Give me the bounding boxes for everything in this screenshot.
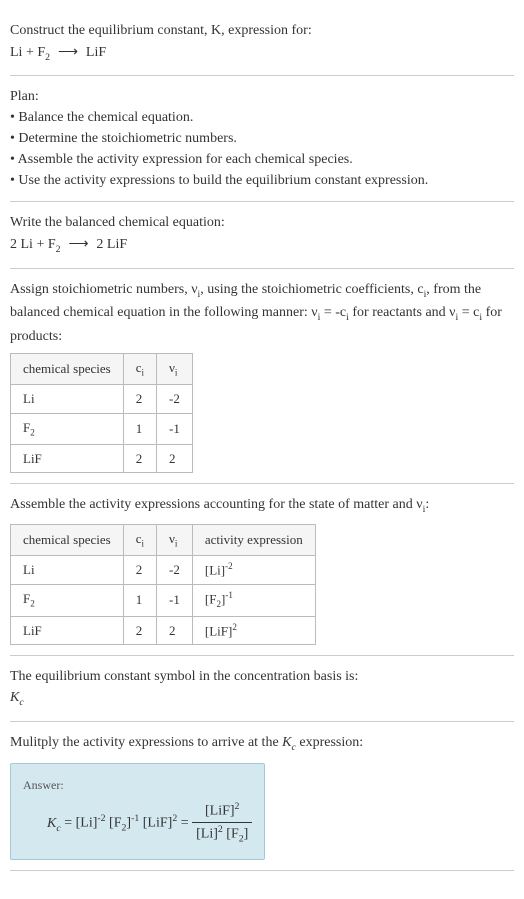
col-v: νi [157, 524, 193, 555]
stoich-section: Assign stoichiometric numbers, νi, using… [10, 269, 514, 484]
symbol-text: The equilibrium constant symbol in the c… [10, 666, 514, 687]
plan-item-2: • Determine the stoichiometric numbers. [10, 128, 514, 149]
col-c: ci [123, 524, 156, 555]
balanced-equation: 2 Li + F2 ⟶ 2 LiF [10, 233, 514, 257]
table-row: F2 1 -1 [F2]-1 [11, 584, 316, 616]
activity-text: Assemble the activity expressions accoun… [10, 494, 514, 517]
balanced-section: Write the balanced chemical equation: 2 … [10, 202, 514, 268]
col-c: ci [123, 353, 156, 384]
arrow-icon: ⟶ [65, 235, 93, 251]
table-row: Li 2 -2 [11, 385, 193, 414]
table-header-row: chemical species ci νi activity expressi… [11, 524, 316, 555]
reactant-li: Li [10, 45, 22, 60]
plan-item-4: • Use the activity expressions to build … [10, 170, 514, 191]
intro-section: Construct the equilibrium constant, K, e… [10, 10, 514, 76]
product-lif: LiF [86, 45, 106, 60]
col-species: chemical species [11, 524, 124, 555]
table-header-row: chemical species ci νi [11, 353, 193, 384]
answer-box: Answer: Kc = [Li]-2 [F2]-1 [LiF]2 = [LiF… [10, 763, 265, 860]
balanced-text: Write the balanced chemical equation: [10, 212, 514, 233]
multiply-section: Mulitply the activity expressions to arr… [10, 722, 514, 871]
kc-expression: Kc = [Li]-2 [F2]-1 [LiF]2 = [LiF]2[Li]2 … [47, 800, 252, 847]
stoich-table: chemical species ci νi Li 2 -2 F2 1 -1 L… [10, 353, 193, 473]
stoich-text: Assign stoichiometric numbers, νi, using… [10, 279, 514, 347]
plan-item-3: • Assemble the activity expression for e… [10, 149, 514, 170]
plan-section: Plan: • Balance the chemical equation. •… [10, 76, 514, 202]
intro-text: Construct the equilibrium constant, K, e… [10, 20, 514, 41]
col-expr: activity expression [192, 524, 315, 555]
multiply-text: Mulitply the activity expressions to arr… [10, 732, 514, 755]
col-species: chemical species [11, 353, 124, 384]
col-v: νi [157, 353, 193, 384]
table-row: Li 2 -2 [Li]-2 [11, 556, 316, 585]
activity-section: Assemble the activity expressions accoun… [10, 484, 514, 656]
fraction: [LiF]2[Li]2 [F2] [192, 800, 252, 847]
activity-table: chemical species ci νi activity expressi… [10, 524, 316, 645]
kc-symbol: Kc [10, 687, 514, 710]
answer-label: Answer: [23, 776, 252, 794]
reactant-f2: F2 [37, 45, 50, 60]
table-row: F2 1 -1 [11, 413, 193, 444]
symbol-section: The equilibrium constant symbol in the c… [10, 656, 514, 721]
unbalanced-equation: Li + F2 ⟶ LiF [10, 41, 514, 65]
plan-item-1: • Balance the chemical equation. [10, 107, 514, 128]
table-row: LiF 2 2 [LiF]2 [11, 616, 316, 645]
arrow-icon: ⟶ [54, 43, 82, 59]
plan-header: Plan: [10, 86, 514, 107]
table-row: LiF 2 2 [11, 444, 193, 473]
